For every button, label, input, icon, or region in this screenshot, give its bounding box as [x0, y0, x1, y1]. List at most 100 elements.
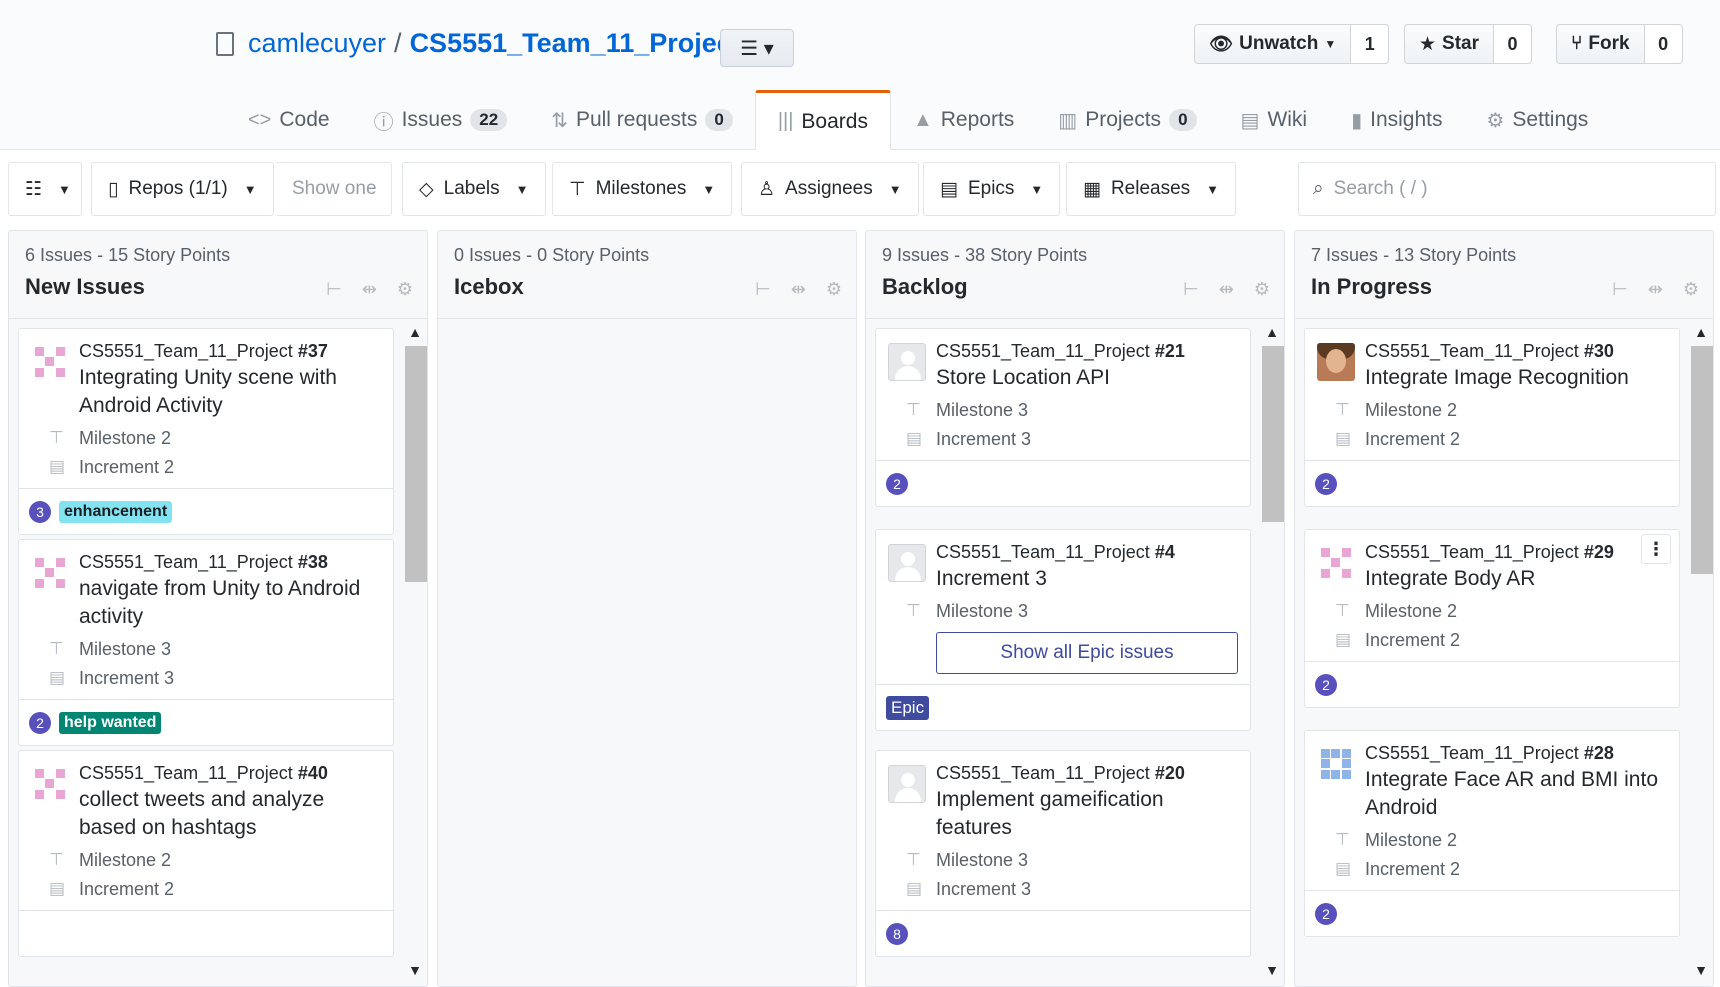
release-row: ▤ Increment 2 [1335, 429, 1461, 449]
issue-card[interactable]: CS5551_Team_11_Project #20 Implement gam… [875, 750, 1251, 957]
issue-reference: CS5551_Team_11_Project #40 [79, 763, 328, 783]
issue-title[interactable]: Increment 3 [936, 565, 1238, 593]
pipeline-story-points: 13 Story Points [1394, 245, 1517, 265]
tab-pull-requests[interactable]: ⇅ Pull requests 0 [529, 90, 755, 150]
labels-filter[interactable]: ◇ Labels ▼ [402, 162, 546, 216]
issue-title[interactable]: Integrate Face AR and BMI into Android [1365, 766, 1667, 822]
scroll-thumb[interactable] [405, 346, 427, 582]
issue-card[interactable]: ⋮ CS5551_Team_11_Project #29 Integrate B… [1304, 529, 1680, 708]
pin-icon[interactable]: ⇹ [791, 279, 806, 300]
epic-card[interactable]: CS5551_Team_11_Project #4 Increment 3 ⊤ M… [875, 529, 1251, 731]
watch-count[interactable]: 1 [1351, 24, 1390, 64]
pin-icon[interactable]: ⇹ [1219, 279, 1234, 300]
collapse-icon[interactable]: ⊢ [1612, 279, 1628, 300]
issue-title[interactable]: Integrate Image Recognition [1365, 364, 1667, 392]
repo-name-link[interactable]: CS5551_Team_11_Project [410, 28, 741, 59]
search-input[interactable]: ⌕ Search ( / ) [1298, 162, 1716, 216]
milestones-filter[interactable]: ⊤ Milestones ▼ [552, 162, 733, 216]
tab-reports[interactable]: ▲ Reports [891, 90, 1036, 150]
issue-card[interactable]: CS5551_Team_11_Project #38 navigate from… [18, 539, 394, 746]
milestone-row: ⊤ Milestone 2 [1335, 400, 1458, 420]
scroll-thumb[interactable] [1691, 346, 1713, 574]
repo-owner-link[interactable]: camlecuyer [248, 28, 386, 59]
scroll-down-icon[interactable]: ▼ [1689, 962, 1713, 978]
release-icon: ▤ [906, 879, 923, 898]
pin-icon[interactable]: ⇹ [1648, 279, 1663, 300]
gear-icon[interactable]: ⚙ [397, 279, 413, 300]
issue-title[interactable]: Store Location API [936, 364, 1238, 392]
epic-icon: ▤ [940, 178, 958, 200]
tab-code[interactable]: <> Code [226, 90, 352, 150]
issue-card[interactable]: CS5551_Team_11_Project #37 Integrating U… [18, 328, 394, 535]
pipeline-header: 0 Issues - 0 Story Points Icebox ⊢ ⇹ ⚙ [438, 231, 856, 319]
fork-button[interactable]: ⑂ Fork [1556, 24, 1645, 64]
show-one-toggle[interactable]: Show one [276, 162, 392, 216]
scroll-down-icon[interactable]: ▼ [1260, 962, 1284, 978]
chevron-down-icon: ▼ [1030, 181, 1044, 197]
label-badge[interactable]: help wanted [59, 711, 162, 734]
issue-card[interactable]: CS5551_Team_11_Project #40 collect tweet… [18, 750, 394, 957]
scroll-up-icon[interactable]: ▲ [1260, 324, 1284, 340]
issue-title[interactable]: collect tweets and analyze based on hash… [79, 786, 381, 842]
fork-count[interactable]: 0 [1644, 24, 1683, 64]
gear-icon[interactable]: ⚙ [1254, 279, 1270, 300]
show-epic-issues-button[interactable]: Show all Epic issues [936, 632, 1238, 674]
scrollbar[interactable]: ▲ ▼ [403, 320, 427, 986]
milestone-row: ⊤ Milestone 3 [906, 400, 1029, 420]
label-badge[interactable]: enhancement [59, 500, 173, 523]
epics-filter[interactable]: ▤ Epics ▼ [923, 162, 1061, 216]
issue-title[interactable]: Integrating Unity scene with Android Act… [79, 364, 381, 420]
release-icon: ▤ [49, 668, 66, 687]
pin-icon[interactable]: ⇹ [362, 279, 377, 300]
pipeline-backlog: 9 Issues - 38 Story Points Backlog ⊢ ⇹ ⚙ C… [865, 230, 1285, 987]
tab-issues[interactable]: ⓘ Issues 22 [352, 90, 530, 150]
release-icon: ▤ [49, 879, 66, 898]
issue-title[interactable]: navigate from Unity to Android activity [79, 575, 381, 631]
tag-icon: ◇ [419, 178, 434, 200]
gear-icon[interactable]: ⚙ [826, 279, 842, 300]
collapse-icon[interactable]: ⊢ [1183, 279, 1199, 300]
tab-wiki[interactable]: ▤ Wiki [1219, 90, 1330, 150]
scroll-down-icon[interactable]: ▼ [403, 962, 427, 978]
milestone-icon: ⊤ [569, 178, 586, 200]
tab-boards[interactable]: ||| Boards [754, 90, 891, 151]
repos-filter[interactable]: ▯ Repos (1/1) ▼ [91, 162, 274, 216]
releases-filter[interactable]: ▦ Releases ▼ [1066, 162, 1237, 216]
scrollbar[interactable]: ▲ ▼ [1689, 320, 1713, 986]
issue-title[interactable]: Implement gameification features [936, 786, 1238, 842]
card-menu-icon[interactable]: ⋮ [1641, 534, 1671, 564]
chevron-down-icon: ▼ [243, 181, 257, 197]
scroll-thumb[interactable] [1262, 346, 1284, 522]
issue-reference: CS5551_Team_11_Project #30 [1365, 341, 1614, 361]
avatar [31, 343, 69, 381]
pipeline-issue-count: 7 Issues [1311, 245, 1379, 265]
unwatch-button[interactable]: 👁 Unwatch ▼ [1194, 24, 1352, 64]
repo-menu-button[interactable]: ☰ ▾ [720, 29, 794, 67]
avatar [888, 544, 926, 582]
eye-icon: 👁 [1209, 34, 1234, 55]
star-icon: ★ [1419, 33, 1437, 55]
collapse-icon[interactable]: ⊢ [326, 279, 342, 300]
milestone-icon: ⊤ [906, 400, 921, 419]
tab-settings[interactable]: ⚙ Settings [1464, 90, 1610, 150]
collapse-icon[interactable]: ⊢ [755, 279, 771, 300]
issue-card[interactable]: CS5551_Team_11_Project #28 Integrate Fac… [1304, 730, 1680, 937]
issue-title[interactable]: Integrate Body AR [1365, 565, 1667, 593]
scroll-up-icon[interactable]: ▲ [403, 324, 427, 340]
gear-icon[interactable]: ⚙ [1683, 279, 1699, 300]
star-button[interactable]: ★ Star [1404, 24, 1495, 64]
scrollbar[interactable]: ▲ ▼ [1260, 320, 1284, 986]
issue-card[interactable]: CS5551_Team_11_Project #21 Store Locatio… [875, 328, 1251, 507]
assignees-filter[interactable]: ♙ Assignees ▼ [741, 162, 919, 216]
star-count[interactable]: 0 [1494, 24, 1533, 64]
issue-reference: CS5551_Team_11_Project #20 [936, 763, 1185, 783]
issue-card[interactable]: CS5551_Team_11_Project #30 Integrate Ima… [1304, 328, 1680, 507]
scroll-up-icon[interactable]: ▲ [1689, 324, 1713, 340]
board-settings-button[interactable]: ☷ ▼ [8, 162, 82, 216]
pipeline-header: 6 Issues - 15 Story Points New Issues ⊢ ⇹… [9, 231, 427, 319]
tab-projects[interactable]: ▥ Projects 0 [1036, 90, 1218, 150]
release-row: ▤ Increment 3 [906, 429, 1032, 449]
milestone-icon: ⊤ [1335, 400, 1350, 419]
pipeline-story-points: 0 Story Points [537, 245, 650, 265]
tab-insights[interactable]: ▮ Insights [1329, 90, 1464, 150]
